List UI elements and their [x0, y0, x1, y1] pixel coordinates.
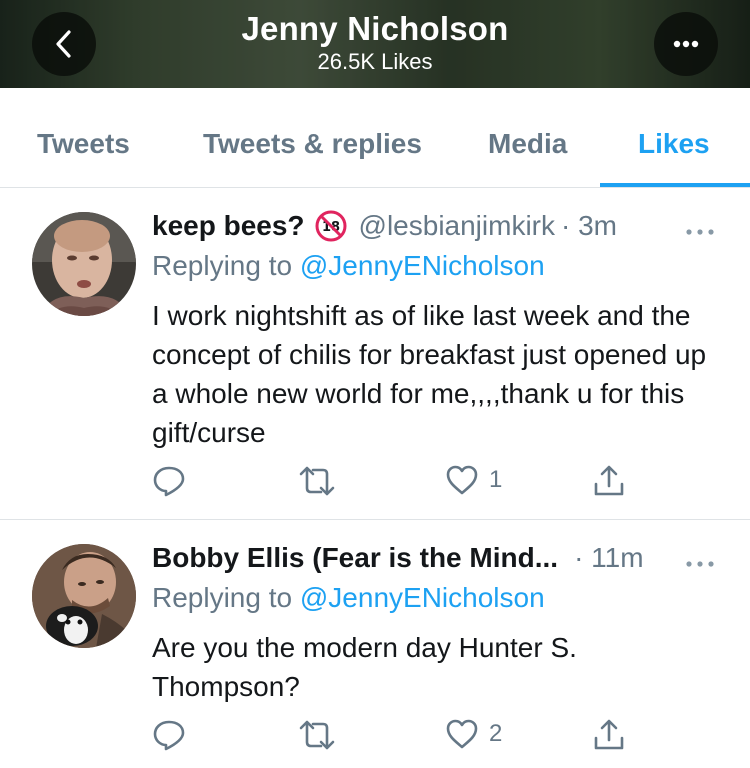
reply-icon — [153, 720, 185, 751]
display-name[interactable]: Bobby Ellis (Fear is the Mind... — [152, 542, 558, 574]
reply-button[interactable] — [152, 718, 186, 752]
like-button[interactable]: 1 — [445, 464, 502, 496]
tweet-text: Are you the modern day Hunter S. Thompso… — [152, 632, 577, 702]
tweet-card[interactable]: Bobby Ellis (Fear is the Mind... · 11m R… — [0, 520, 750, 768]
mention-link[interactable]: @JennyENicholson — [300, 582, 545, 613]
retweet-button[interactable] — [297, 718, 337, 752]
replying-to-label: Replying to — [152, 250, 300, 281]
user-handle[interactable]: @lesbianjimkirk — [359, 210, 555, 242]
profile-name: Jenny Nicholson — [241, 10, 509, 47]
retweet-icon — [299, 466, 335, 496]
tab-tweets[interactable]: Tweets — [37, 128, 130, 160]
replying-to: Replying to @JennyENicholson — [152, 582, 545, 614]
reply-button[interactable] — [152, 464, 186, 498]
tweet-header: Bobby Ellis (Fear is the Mind... · 11m — [152, 542, 644, 574]
like-count: 2 — [489, 720, 503, 747]
like-button[interactable]: 2 — [445, 718, 502, 750]
tab-likes[interactable]: Likes — [638, 128, 710, 160]
tweet-menu-button[interactable] — [684, 224, 716, 235]
avatar[interactable] — [32, 544, 136, 648]
tweet-actions: 2 — [152, 718, 712, 758]
tweet-card[interactable]: keep bees? 18 🔞 @lesbianjimkirk · 3m Rep… — [0, 188, 750, 520]
reply-icon — [153, 466, 185, 497]
display-name[interactable]: keep bees? — [152, 210, 305, 242]
active-tab-indicator — [600, 183, 750, 187]
retweet-button[interactable] — [297, 464, 337, 498]
like-count: 1 — [489, 466, 503, 493]
replying-to: Replying to @JennyENicholson — [152, 250, 545, 282]
profile-tabs: Tweets Tweets & replies Media Likes — [0, 88, 750, 188]
tweet-text: I work nightshift as of like last week a… — [152, 300, 707, 448]
tweet-header: keep bees? 18 🔞 @lesbianjimkirk · 3m — [152, 210, 617, 242]
tweet-timestamp[interactable]: · 3m — [561, 210, 617, 242]
replying-to-label: Replying to — [152, 582, 300, 613]
more-horizontal-icon — [686, 229, 714, 235]
share-button[interactable] — [592, 718, 626, 752]
more-button[interactable] — [654, 12, 718, 76]
share-icon — [594, 465, 624, 496]
tab-tweets-and-replies[interactable]: Tweets & replies — [203, 128, 422, 160]
profile-header: Jenny Nicholson 26.5K Likes — [0, 0, 750, 88]
mention-link[interactable]: @JennyENicholson — [300, 250, 545, 281]
more-horizontal-icon — [673, 40, 699, 48]
tweet-actions: 1 — [152, 464, 712, 504]
share-icon — [594, 719, 624, 750]
more-horizontal-icon — [686, 561, 714, 567]
tab-media[interactable]: Media — [488, 128, 567, 160]
tweet-timestamp[interactable]: · 11m — [574, 542, 644, 574]
share-button[interactable] — [592, 464, 626, 498]
no-under-18-emoji: 18 — [315, 210, 347, 242]
heart-icon — [446, 719, 478, 749]
avatar[interactable] — [32, 212, 136, 316]
tweet-menu-button[interactable] — [684, 556, 716, 567]
likes-count: 26.5K Likes — [317, 49, 433, 74]
heart-icon — [446, 465, 478, 495]
retweet-icon — [299, 720, 335, 750]
